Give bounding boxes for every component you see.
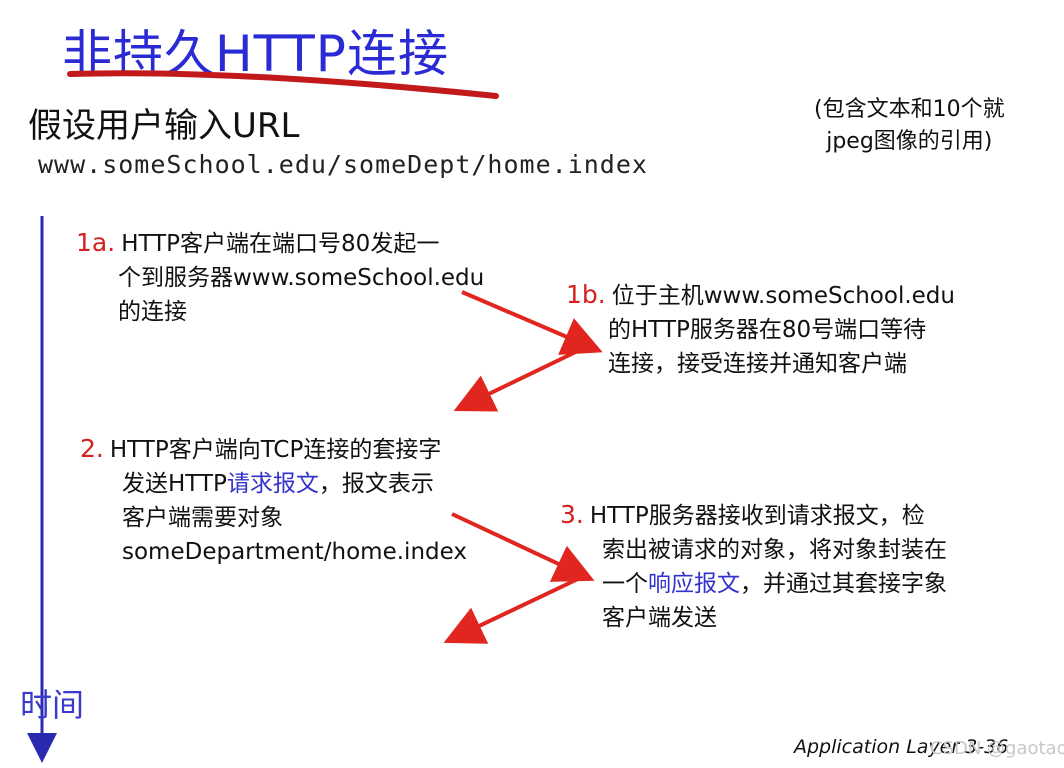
step-3: 3. HTTP服务器接收到请求报文，检 索出被请求的对象，将对象封装在 一个响应报… xyxy=(560,498,947,635)
object-note: (包含文本和10个就 jpeg图像的引用) xyxy=(814,94,1005,158)
step-text-line: 客户端需要对象 xyxy=(122,505,283,531)
step-text-line: someDepartment/home.index xyxy=(122,539,467,565)
step-text: 一个 xyxy=(602,571,648,597)
step-text-line: HTTP客户端向TCP连接的套接字 xyxy=(109,437,442,463)
request-message-term: 请求报文 xyxy=(226,471,319,497)
step-text-line: 连接，接受连接并通知客户端 xyxy=(608,351,907,377)
step-text-line: HTTP服务器接收到请求报文，检 xyxy=(589,503,925,529)
step-1b: 1b. 位于主机www.someSchool.edu 的HTTP服务器在80号端口… xyxy=(566,278,955,381)
step-text: ，并通过其套接字象 xyxy=(740,571,947,597)
step-text-line: 个到服务器www.someSchool.edu xyxy=(118,265,485,291)
step-1a: 1a. HTTP客户端在端口号80发起一 个到服务器www.someSchool.… xyxy=(76,226,484,329)
step-text-line: 索出被请求的对象，将对象封装在 xyxy=(602,537,947,563)
step-number: 2. xyxy=(80,434,104,463)
step-text: 发送HTTP xyxy=(122,471,227,497)
title-underline xyxy=(67,70,499,99)
step-text-line: HTTP客户端在端口号80发起一 xyxy=(121,231,440,257)
step-text: ，报文表示 xyxy=(318,471,434,497)
example-url: www.someSchool.edu/someDept/home.index xyxy=(38,150,648,179)
step-number: 1a. xyxy=(76,228,116,257)
time-axis-label: 时间 xyxy=(20,686,85,724)
step-2: 2. HTTP客户端向TCP连接的套接字 发送HTTP请求报文，报文表示 客户端需… xyxy=(80,432,467,569)
object-note-line-2: jpeg图像的引用) xyxy=(826,129,993,154)
scenario-heading: 假设用户输入URL xyxy=(28,106,300,146)
step-text-line: 的HTTP服务器在80号端口等待 xyxy=(608,317,927,343)
step-text-line: 客户端发送 xyxy=(602,605,717,631)
watermark: CSDN @gaotaola xyxy=(930,738,1064,759)
step-text-line: 的连接 xyxy=(118,299,187,325)
response-message-term: 响应报文 xyxy=(648,571,740,597)
step-number: 1b. xyxy=(566,280,606,309)
step-number: 3. xyxy=(560,500,584,529)
object-note-line-1: (包含文本和10个就 xyxy=(814,97,1005,122)
step-text-line: 位于主机www.someSchool.edu xyxy=(611,283,955,309)
